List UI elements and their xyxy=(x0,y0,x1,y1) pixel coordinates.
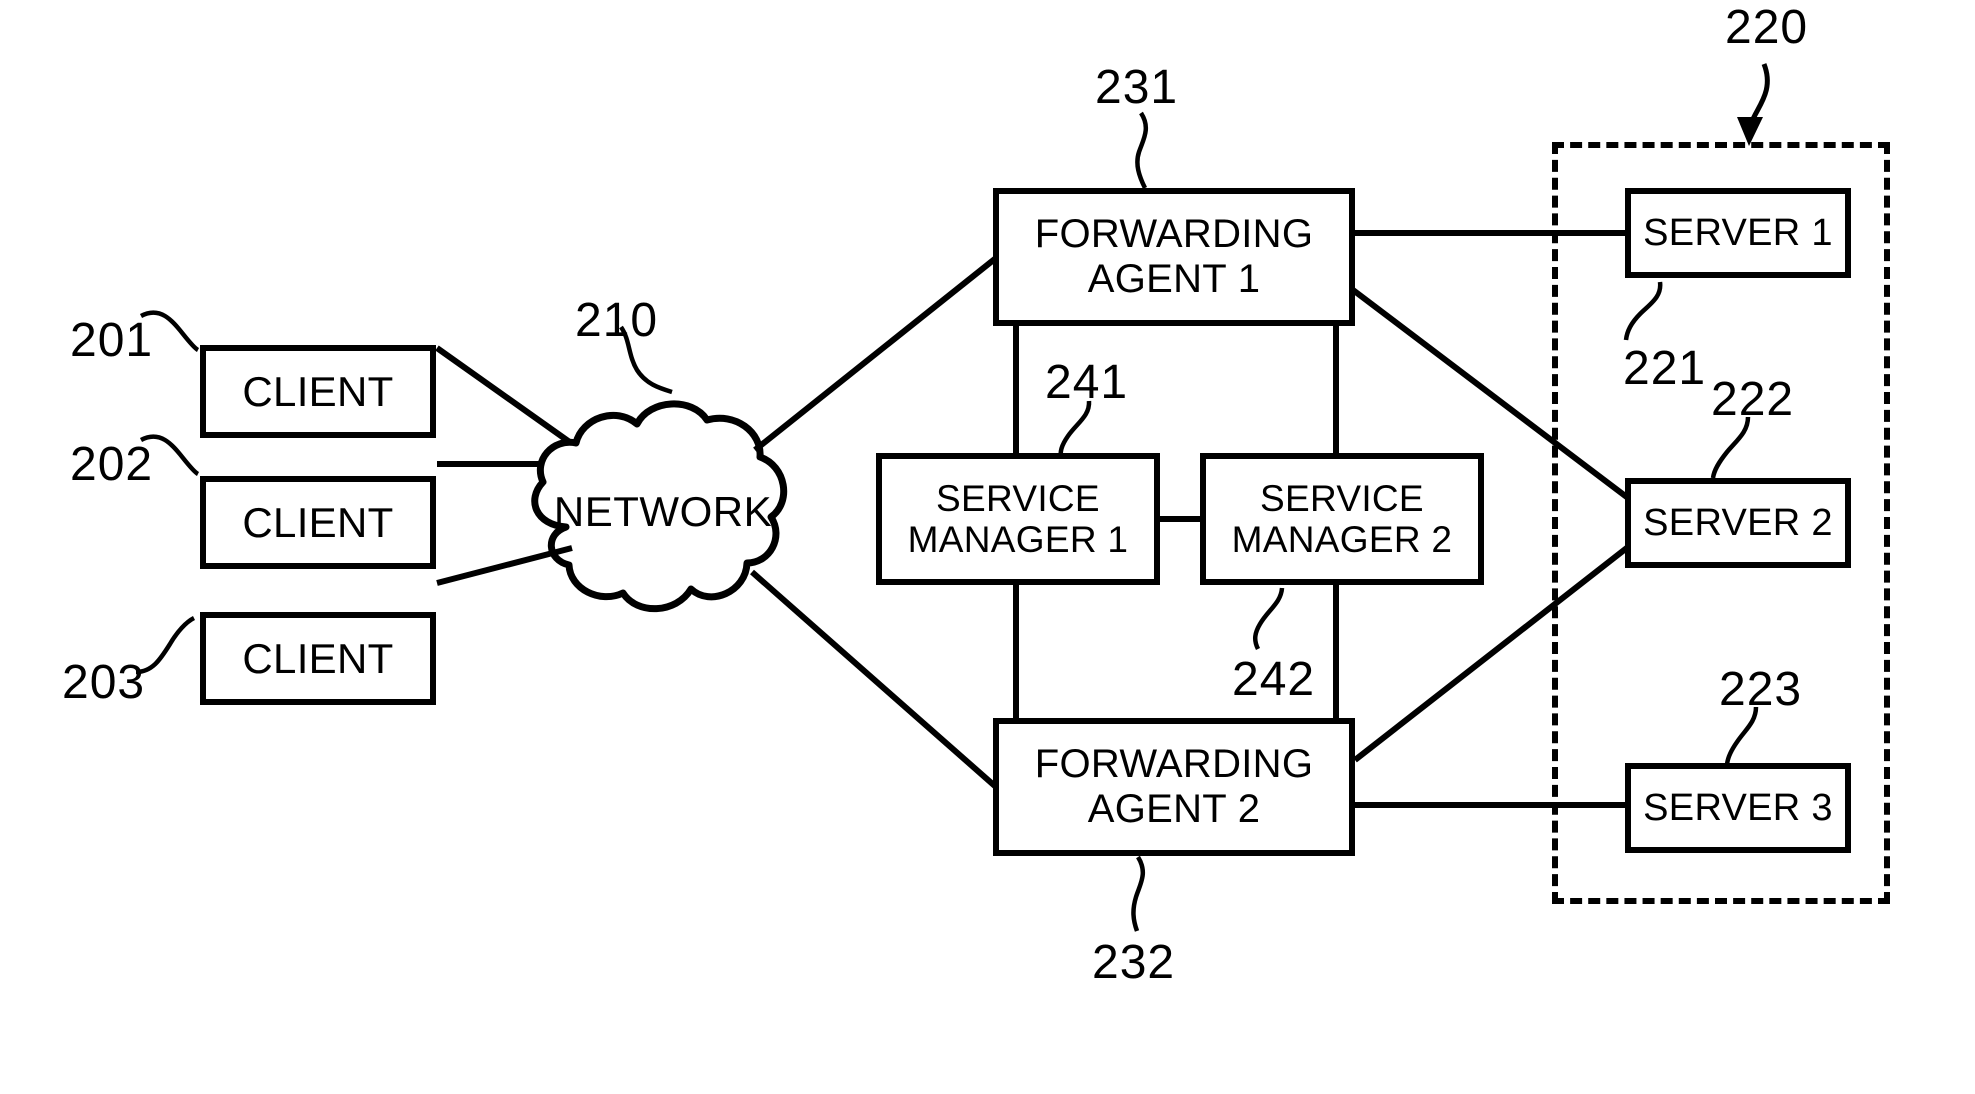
server-1-box[interactable]: SERVER 1 xyxy=(1625,188,1851,278)
client-2-box[interactable]: CLIENT xyxy=(200,476,436,569)
ref-numeral-210: 210 xyxy=(575,294,659,347)
leader-220 xyxy=(1748,63,1770,125)
client-1-box[interactable]: CLIENT xyxy=(200,345,436,438)
leader-242 xyxy=(1253,587,1285,651)
ref-numeral-222: 222 xyxy=(1711,373,1795,426)
network-label: NETWORK xyxy=(553,488,773,535)
link-network-fa2 xyxy=(750,569,998,790)
client-3-box[interactable]: CLIENT xyxy=(200,612,436,705)
server-1-label: SERVER 1 xyxy=(1643,211,1833,254)
forwarding-agent-2-label: FORWARDING AGENT 2 xyxy=(1034,742,1314,831)
server-2-label: SERVER 2 xyxy=(1643,501,1833,544)
link-client3-network xyxy=(436,545,573,586)
figure-canvas: CLIENT CLIENT CLIENT NETWORK FORWARDING … xyxy=(0,0,1975,1094)
ref-numeral-221: 221 xyxy=(1623,342,1707,395)
server-3-label: SERVER 3 xyxy=(1643,786,1833,829)
client-1-label: CLIENT xyxy=(242,367,394,415)
ref-numeral-220: 220 xyxy=(1725,1,1809,54)
ref-numeral-203: 203 xyxy=(62,656,146,709)
ref-numeral-231: 231 xyxy=(1095,61,1179,114)
ref-numeral-201: 201 xyxy=(70,314,154,367)
link-network-fa1 xyxy=(753,255,998,453)
ref-numeral-202: 202 xyxy=(70,438,154,491)
ref-numeral-242: 242 xyxy=(1232,653,1316,706)
forwarding-agent-1-label: FORWARDING AGENT 1 xyxy=(1034,212,1314,301)
service-manager-2-box[interactable]: SERVICE MANAGER 2 xyxy=(1200,453,1484,585)
leader-232 xyxy=(1131,855,1146,932)
leader-231 xyxy=(1135,111,1149,190)
forwarding-agent-2-box[interactable]: FORWARDING AGENT 2 xyxy=(993,718,1355,856)
service-manager-2-label: SERVICE MANAGER 2 xyxy=(1231,477,1453,560)
service-manager-1-box[interactable]: SERVICE MANAGER 1 xyxy=(876,453,1160,585)
ref-numeral-223: 223 xyxy=(1719,663,1803,716)
link-client1-network xyxy=(435,345,573,446)
server-3-box[interactable]: SERVER 3 xyxy=(1625,763,1851,853)
ref-numeral-232: 232 xyxy=(1092,936,1176,989)
service-manager-1-label: SERVICE MANAGER 1 xyxy=(907,477,1129,560)
ref-numeral-241: 241 xyxy=(1045,356,1129,409)
client-2-label: CLIENT xyxy=(242,498,394,546)
client-3-label: CLIENT xyxy=(242,634,394,682)
forwarding-agent-1-box[interactable]: FORWARDING AGENT 1 xyxy=(993,188,1355,326)
server-2-box[interactable]: SERVER 2 xyxy=(1625,478,1851,568)
